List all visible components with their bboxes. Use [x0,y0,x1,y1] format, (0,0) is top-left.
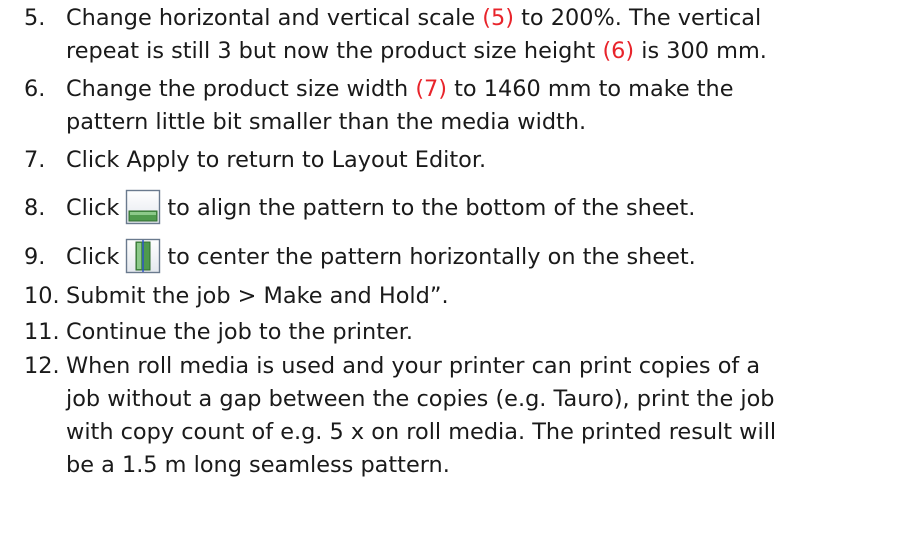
step-number: 7. [24,147,46,173]
step-7-line-1: 7. Click Apply to return to Layout Editor… [24,144,894,177]
step-7: 7. Click Apply to return to Layout Editor… [24,144,894,177]
step-12: 12. When roll media is used and your prin… [24,350,894,482]
step-text: be a 1.5 m long seamless pattern. [66,452,450,478]
step-number: 6. [24,76,46,102]
step-text: Click Apply to return to Layout Editor. [66,147,487,173]
step-12-line-4: be a 1.5 m long seamless pattern. [24,449,894,482]
step-text: Click [66,244,120,270]
align-bottom-icon [125,189,161,225]
step-12-line-1: 12. When roll media is used and your prin… [24,350,894,383]
step-number: 12. [24,353,60,379]
step-5-line-2: repeat is still 3 but now the product si… [24,35,894,68]
reference-marker: (6) [602,38,635,64]
step-text: Click [66,195,120,221]
step-text: is 300 mm. [634,38,767,64]
step-number: 5. [24,5,46,31]
step-6-line-2: pattern little bit smaller than the medi… [24,106,894,139]
step-8: 8. Click to align the pattern to the bott… [24,186,894,230]
step-9: 9. Click to center the pattern horizontal… [24,235,894,279]
instruction-steps: 5. Change horizontal and vertical scale (… [0,0,898,547]
step-number: 8. [24,195,46,221]
step-text: to 1460 mm to make the [447,76,734,102]
step-text: job without a gap between the copies (e.… [66,386,775,412]
step-text: to align the pattern to the bottom of th… [167,195,696,221]
step-text: Change horizontal and vertical scale [66,5,483,31]
step-text: Submit the job > Make and Hold”. [66,283,449,309]
step-text: Continue the job to the printer. [66,319,414,345]
step-12-line-2: job without a gap between the copies (e.… [24,383,894,416]
step-6: 6. Change the product size width (7) to 1… [24,73,894,139]
reference-marker: (7) [415,76,448,102]
step-number: 9. [24,244,46,270]
step-8-line-1: 8. Click to align the pattern to the bott… [24,186,894,230]
step-text: Change the product size width [66,76,416,102]
step-12-line-3: with copy count of e.g. 5 x on roll medi… [24,416,894,449]
step-6-line-1: 6. Change the product size width (7) to 1… [24,73,894,106]
step-10-line-1: 10. Submit the job > Make and Hold”. [24,280,894,313]
step-5-line-1: 5. Change horizontal and vertical scale (… [24,2,894,35]
step-10: 10. Submit the job > Make and Hold”. [24,280,894,313]
step-11-line-1: 11. Continue the job to the printer. [24,316,894,349]
step-9-line-1: 9. Click to center the pattern horizontal… [24,235,894,279]
step-5: 5. Change horizontal and vertical scale (… [24,2,894,68]
step-number: 10. [24,283,60,309]
step-text: to 200%. The vertical [514,5,762,31]
center-horizontal-icon [125,238,161,274]
step-text: to center the pattern horizontally on th… [167,244,696,270]
step-text: pattern little bit smaller than the medi… [66,109,587,135]
step-number: 11. [24,319,60,345]
step-text: When roll media is used and your printer… [66,353,761,379]
step-11: 11. Continue the job to the printer. [24,316,894,349]
step-text: with copy count of e.g. 5 x on roll medi… [66,419,777,445]
reference-marker: (5) [482,5,515,31]
step-text: repeat is still 3 but now the product si… [66,38,603,64]
